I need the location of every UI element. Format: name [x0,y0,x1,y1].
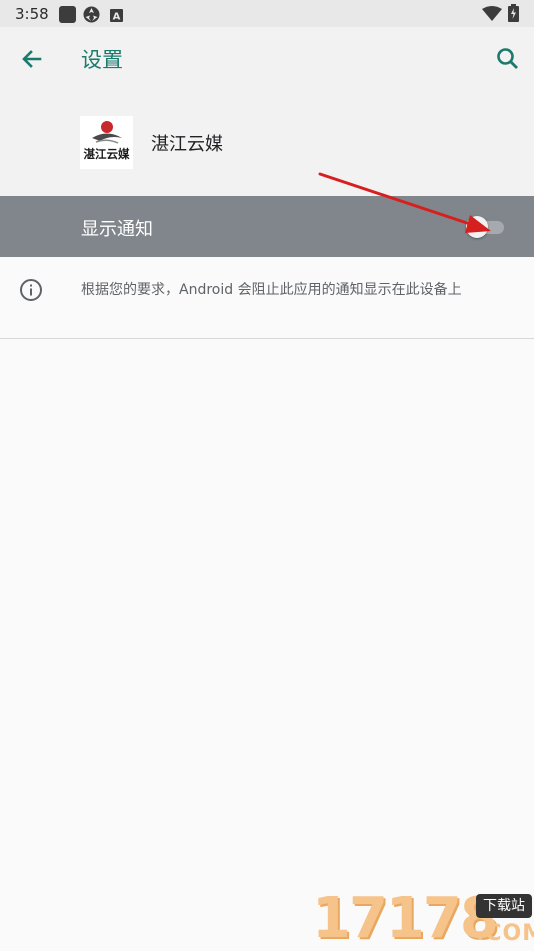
app-bar: 设置 [0,27,534,89]
search-button[interactable] [494,45,522,73]
app-logo-text: 湛江云媒 [84,147,130,161]
watermark-domain: .COM [476,921,534,946]
app-name: 湛江云媒 [151,134,223,155]
show-notifications-toggle[interactable] [466,216,506,238]
wifi-icon [482,6,502,26]
back-button[interactable] [18,45,46,73]
show-notifications-label: 显示通知 [81,219,153,240]
watermark-digits: 17178 [312,886,499,951]
battery-icon [508,4,519,26]
settings-app-icon [83,6,100,27]
arrow-left-icon [22,50,42,68]
page-title: 设置 [81,48,123,72]
app-header: 湛江云媒 湛江云媒 [0,89,534,196]
status-time: 3:58 [15,5,49,23]
info-icon [19,278,43,302]
watermark-badge: 下载站 [476,894,532,918]
svg-text:A: A [113,12,121,23]
search-icon [497,48,518,69]
show-notifications-row[interactable]: 显示通知 [0,196,534,257]
divider [0,338,534,339]
square-app-icon [59,6,76,27]
blocked-notice-text: 根据您的要求，Android 会阻止此应用的通知显示在此设备上 [81,282,462,298]
watermark-logo: 17178 下载站 .COM [308,888,534,950]
status-bar: 3:58 A [0,0,534,27]
toggle-thumb [466,216,488,238]
info-row: 根据您的要求，Android 会阻止此应用的通知显示在此设备上 [0,258,534,338]
app-logo: 湛江云媒 [80,116,133,169]
a-notification-icon: A [110,7,123,26]
